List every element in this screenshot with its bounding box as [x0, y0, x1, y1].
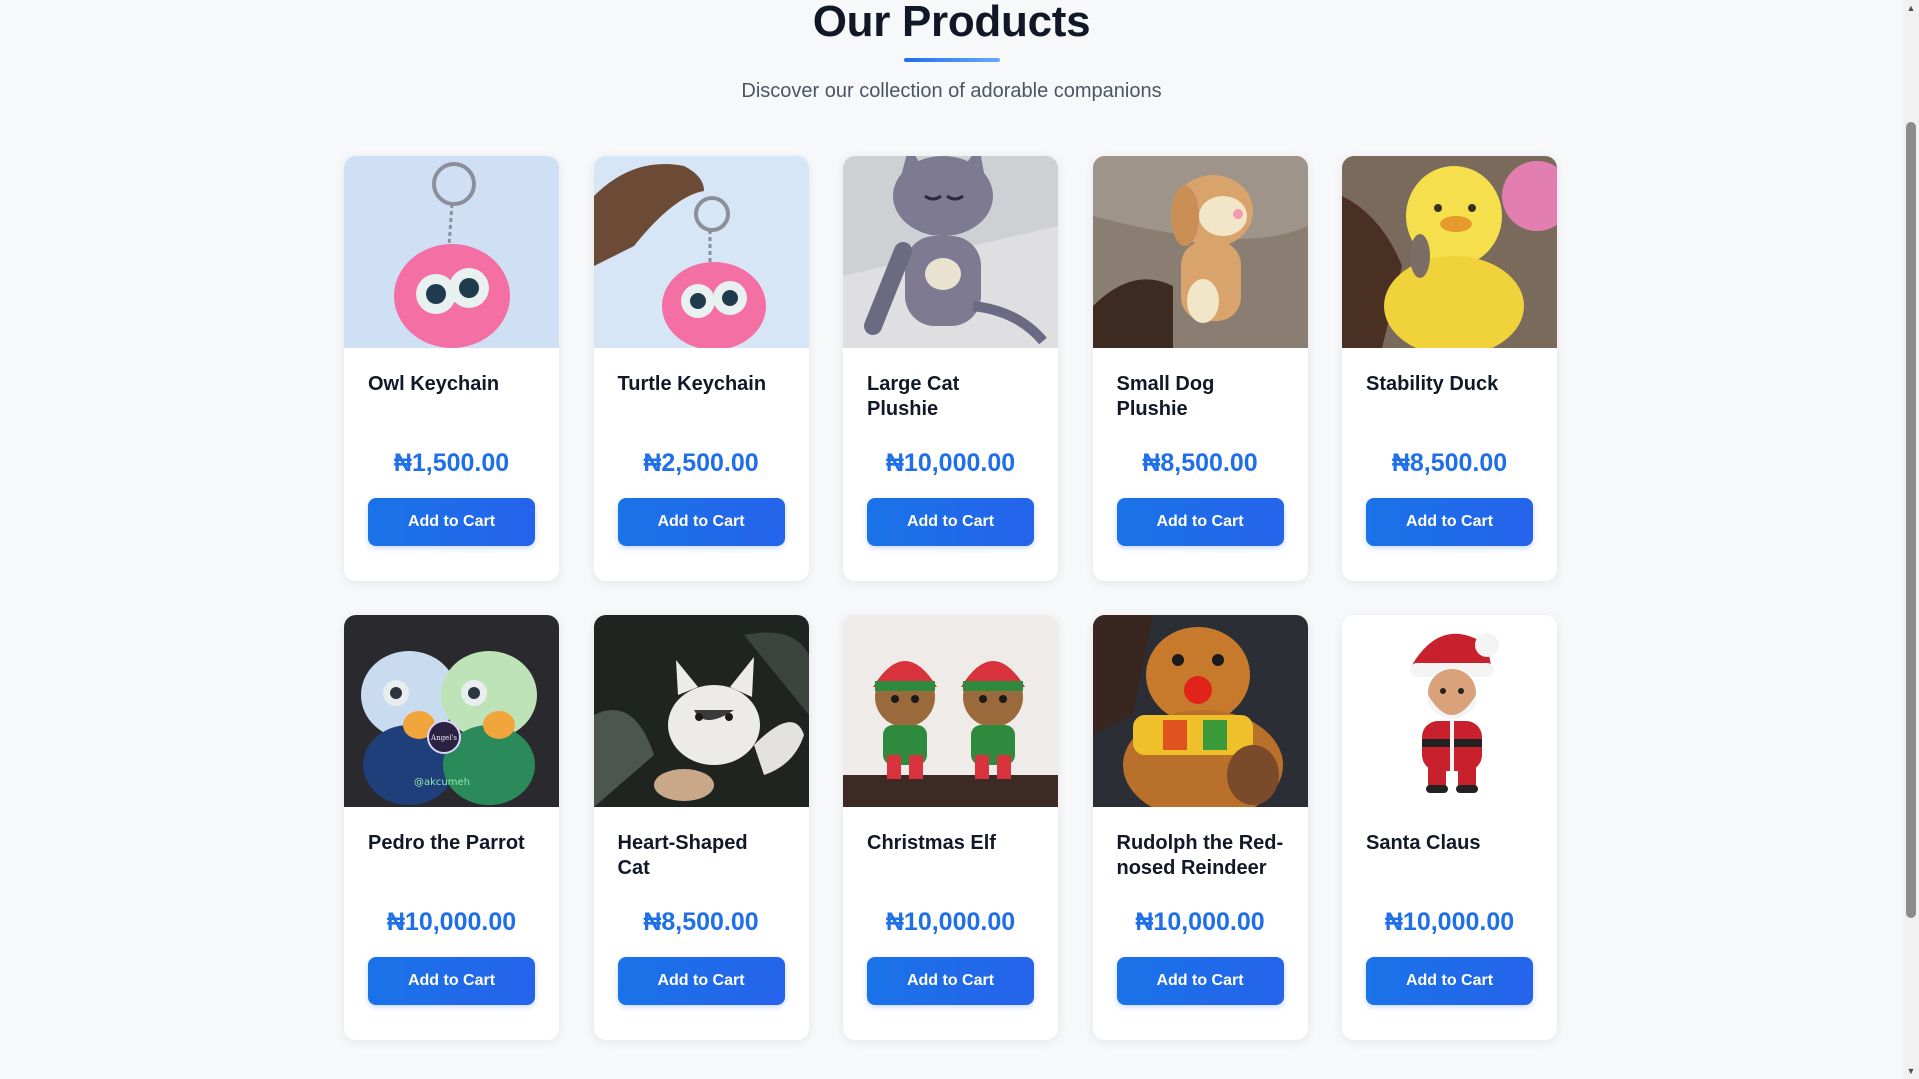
product-name: Small Dog Plushie [1116, 373, 1215, 420]
product-price: ₦10,000.00 [885, 908, 1016, 936]
product-price: ₦8,500.00 [643, 908, 759, 936]
viewport: Our Products Discover our collection of … [0, 0, 1903, 1079]
section-heading: Our Products Discover our collection of … [0, 0, 1903, 103]
scroll-down-arrow-icon[interactable]: ▼ [1903, 1063, 1919, 1079]
dog-plushie-image[interactable] [1092, 156, 1308, 348]
add-to-cart-button[interactable]: Add to Cart [867, 957, 1034, 1005]
product-card: Christmas Elf ₦10,000.00 Add to Cart [843, 615, 1058, 1040]
parrot-badge-text: Angel's [430, 734, 457, 742]
product-card: Small Dog Plushie ₦8,500.00 Add to Cart [1092, 156, 1308, 581]
product-name: Owl Keychain [368, 373, 500, 395]
title-underline [903, 58, 1000, 62]
add-to-cart-button[interactable]: Add to Cart [368, 498, 535, 546]
product-name: Pedro the Parrot [368, 832, 525, 854]
duck-image[interactable] [1342, 156, 1557, 348]
product-name: Christmas Elf [867, 832, 996, 854]
product-name: Stability Duck [1366, 373, 1499, 395]
product-card: Rudolph the Red-nosed Reindeer ₦10,000.0… [1092, 615, 1308, 1040]
product-price: ₦8,500.00 [1391, 449, 1508, 477]
product-card: Heart-Shaped Cat ₦8,500.00 Add to Cart [593, 615, 809, 1040]
product-card: Santa Claus ₦10,000.00 Add to Cart [1342, 615, 1557, 1040]
scroll-up-arrow-icon[interactable]: ▲ [1903, 0, 1919, 16]
page-title: Our Products [812, 0, 1091, 46]
add-to-cart-button[interactable]: Add to Cart [867, 498, 1034, 546]
add-to-cart-button[interactable]: Add to Cart [1366, 498, 1533, 546]
add-to-cart-button[interactable]: Add to Cart [1116, 498, 1284, 546]
product-card: Owl Keychain ₦1,500.00 Add to Cart [344, 156, 559, 581]
product-price: ₦10,000.00 [885, 449, 1016, 477]
reindeer-image[interactable] [1092, 615, 1308, 807]
santa-image[interactable] [1342, 615, 1557, 807]
product-card: Angel's @akcumeh Pedro the Parrot ₦10,00… [344, 615, 559, 1040]
product-price: ₦10,000.00 [386, 908, 517, 936]
product-price: ₦10,000.00 [1135, 908, 1265, 936]
add-to-cart-button[interactable]: Add to Cart [1116, 957, 1284, 1005]
add-to-cart-button[interactable]: Add to Cart [617, 957, 785, 1005]
cat-plushie-image[interactable] [843, 156, 1058, 348]
product-grid: Owl Keychain ₦1,500.00 Add to Cart Turtl… [344, 156, 1557, 1040]
product-price: ₦10,000.00 [1384, 908, 1515, 936]
product-price: ₦8,500.00 [1142, 449, 1258, 477]
product-name: Heart-Shaped Cat [617, 832, 748, 879]
vertical-scrollbar[interactable]: ▲ ▼ [1903, 0, 1919, 1079]
product-card: Stability Duck ₦8,500.00 Add to Cart [1342, 156, 1557, 581]
product-name: Large Cat Plushie [867, 373, 960, 420]
add-to-cart-button[interactable]: Add to Cart [368, 957, 535, 1005]
product-card: Turtle Keychain ₦2,500.00 Add to Cart [593, 156, 809, 581]
page: Our Products Discover our collection of … [0, 0, 1919, 1079]
product-card: Large Cat Plushie ₦10,000.00 Add to Cart [843, 156, 1058, 581]
page-subtitle: Discover our collection of adorable comp… [741, 80, 1162, 102]
product-name: Turtle Keychain [617, 373, 767, 395]
owl-keychain-image[interactable] [344, 156, 559, 348]
elf-image[interactable] [843, 615, 1058, 807]
parrot-image[interactable]: Angel's @akcumeh [344, 615, 559, 807]
add-to-cart-button[interactable]: Add to Cart [1366, 957, 1533, 1005]
heart-cat-image[interactable] [593, 615, 809, 807]
product-price: ₦2,500.00 [643, 449, 759, 477]
scrollbar-thumb[interactable] [1906, 122, 1916, 918]
add-to-cart-button[interactable]: Add to Cart [617, 498, 785, 546]
product-name: Rudolph the Red-nosed Reindeer [1116, 832, 1284, 879]
product-price: ₦1,500.00 [393, 449, 510, 477]
turtle-keychain-image[interactable] [593, 156, 809, 348]
product-name: Santa Claus [1366, 832, 1481, 854]
parrot-handle-text: @akcumeh [414, 777, 470, 788]
